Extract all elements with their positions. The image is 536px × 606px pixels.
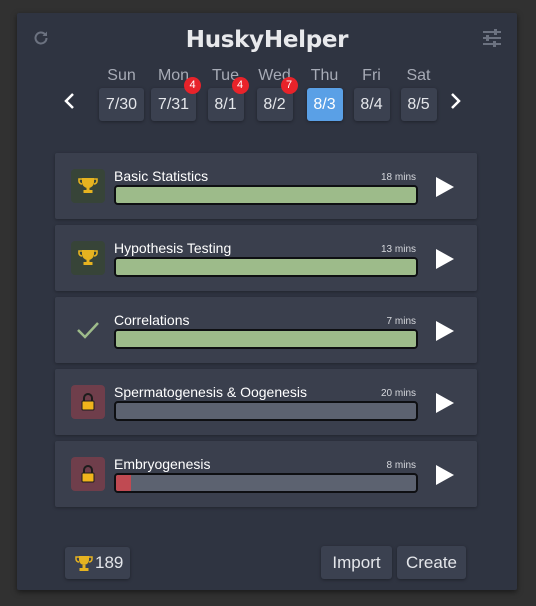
day-date[interactable]: 7/31 4	[151, 77, 201, 121]
day-fri[interactable]: Fri 8/4	[349, 67, 394, 121]
day-thu[interactable]: Thu 8/3	[302, 67, 347, 121]
chevron-left-icon[interactable]	[63, 92, 77, 110]
week-day-picker: Sun 7/30 Mon 7/31 4 Tue 8/1 4 Wed 8/2 7 Thu…	[99, 67, 439, 127]
day-sat[interactable]: Sat 8/5	[396, 67, 441, 121]
day-date[interactable]: 8/4	[353, 88, 390, 121]
day-date[interactable]: 8/5	[400, 88, 437, 121]
create-button[interactable]: Create	[397, 546, 466, 579]
lock-icon	[71, 385, 105, 419]
play-icon[interactable]	[434, 175, 456, 199]
progress-fill	[116, 475, 131, 491]
play-icon[interactable]	[434, 391, 456, 415]
points-counter[interactable]: 189	[65, 547, 130, 579]
lesson-title: Correlations	[114, 312, 190, 328]
lesson-duration: 8 mins	[386, 460, 416, 471]
play-icon[interactable]	[434, 319, 456, 343]
checkmark-icon	[71, 313, 105, 347]
lesson-duration: 20 mins	[380, 388, 416, 399]
lesson-title: Embryogenesis	[114, 456, 211, 472]
sliders-icon[interactable]	[482, 29, 502, 47]
notification-badge: 4	[231, 77, 249, 94]
progress-bar	[114, 257, 418, 277]
day-name: Fri	[362, 67, 381, 84]
lesson-card[interactable]: Embryogenesis 8 mins	[55, 441, 477, 507]
import-button[interactable]: Import	[321, 546, 392, 579]
lesson-title: Spermatogenesis & Oogenesis	[114, 384, 307, 400]
progress-fill	[116, 187, 416, 203]
progress-bar	[114, 401, 418, 421]
lesson-duration: 13 mins	[380, 244, 416, 255]
day-name: Thu	[310, 67, 339, 84]
play-icon[interactable]	[434, 463, 456, 487]
chevron-right-icon[interactable]	[448, 92, 462, 110]
lesson-card[interactable]: Spermatogenesis & Oogenesis 20 mins	[55, 369, 477, 435]
trophy-icon	[75, 556, 93, 571]
day-date[interactable]: 8/2 7	[256, 77, 298, 121]
notification-badge: 4	[184, 77, 201, 94]
progress-bar	[114, 329, 418, 349]
day-date[interactable]: 7/30	[99, 88, 144, 121]
play-icon[interactable]	[434, 247, 456, 271]
lesson-title: Basic Statistics	[114, 168, 209, 184]
progress-bar	[114, 185, 418, 205]
lesson-title: Hypothesis Testing	[114, 240, 232, 256]
main-panel: HuskyHelper Sun 7/30 Mon 7/31 4 Tue 8/1 4 …	[17, 13, 517, 590]
progress-fill	[116, 259, 416, 275]
day-mon[interactable]: Mon 7/31 4	[151, 67, 201, 121]
trophy-icon	[71, 241, 105, 275]
progress-bar	[114, 473, 418, 493]
day-wed[interactable]: Wed 8/2 7	[252, 67, 298, 121]
day-date[interactable]: 8/1 4	[207, 77, 249, 121]
lesson-card[interactable]: Basic Statistics 18 mins	[55, 153, 477, 219]
day-date-selected[interactable]: 8/3	[306, 88, 343, 121]
notification-badge: 7	[280, 77, 298, 94]
lesson-card[interactable]: Hypothesis Testing 13 mins	[55, 225, 477, 291]
lesson-duration: 7 mins	[386, 316, 416, 327]
points-value: 189	[95, 553, 124, 572]
day-name: Sat	[406, 67, 431, 84]
lesson-duration: 18 mins	[380, 172, 416, 183]
trophy-icon	[71, 169, 105, 203]
day-sun[interactable]: Sun 7/30	[99, 67, 144, 121]
day-tue[interactable]: Tue 8/1 4	[203, 67, 249, 121]
lesson-card[interactable]: Correlations 7 mins	[55, 297, 477, 363]
lock-icon	[71, 457, 105, 491]
day-name: Sun	[107, 67, 136, 84]
app-title: HuskyHelper	[185, 27, 349, 53]
progress-fill	[116, 331, 416, 347]
